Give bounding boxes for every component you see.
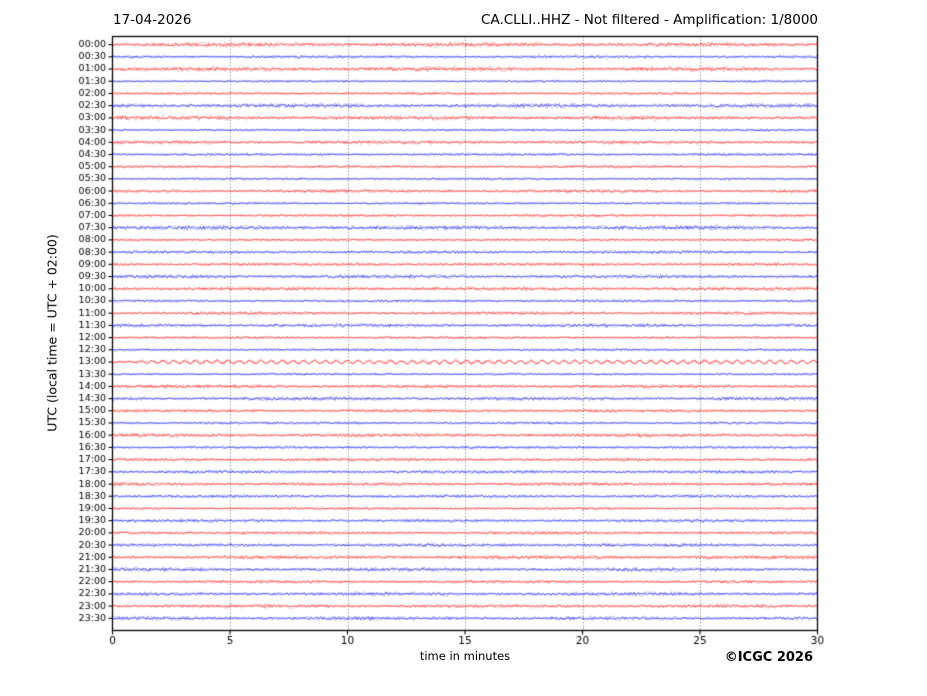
copyright-text: ©ICGC 2026 — [724, 650, 813, 665]
x-axis-label: time in minutes — [419, 649, 511, 663]
seismogram-figure: 17-04-2026 CA.CLLI..HHZ - Not filtered -… — [0, 0, 927, 696]
helicorder-plot-canvas — [0, 0, 927, 696]
y-axis-label: UTC (local time = UTC + 02:00) — [44, 234, 60, 432]
